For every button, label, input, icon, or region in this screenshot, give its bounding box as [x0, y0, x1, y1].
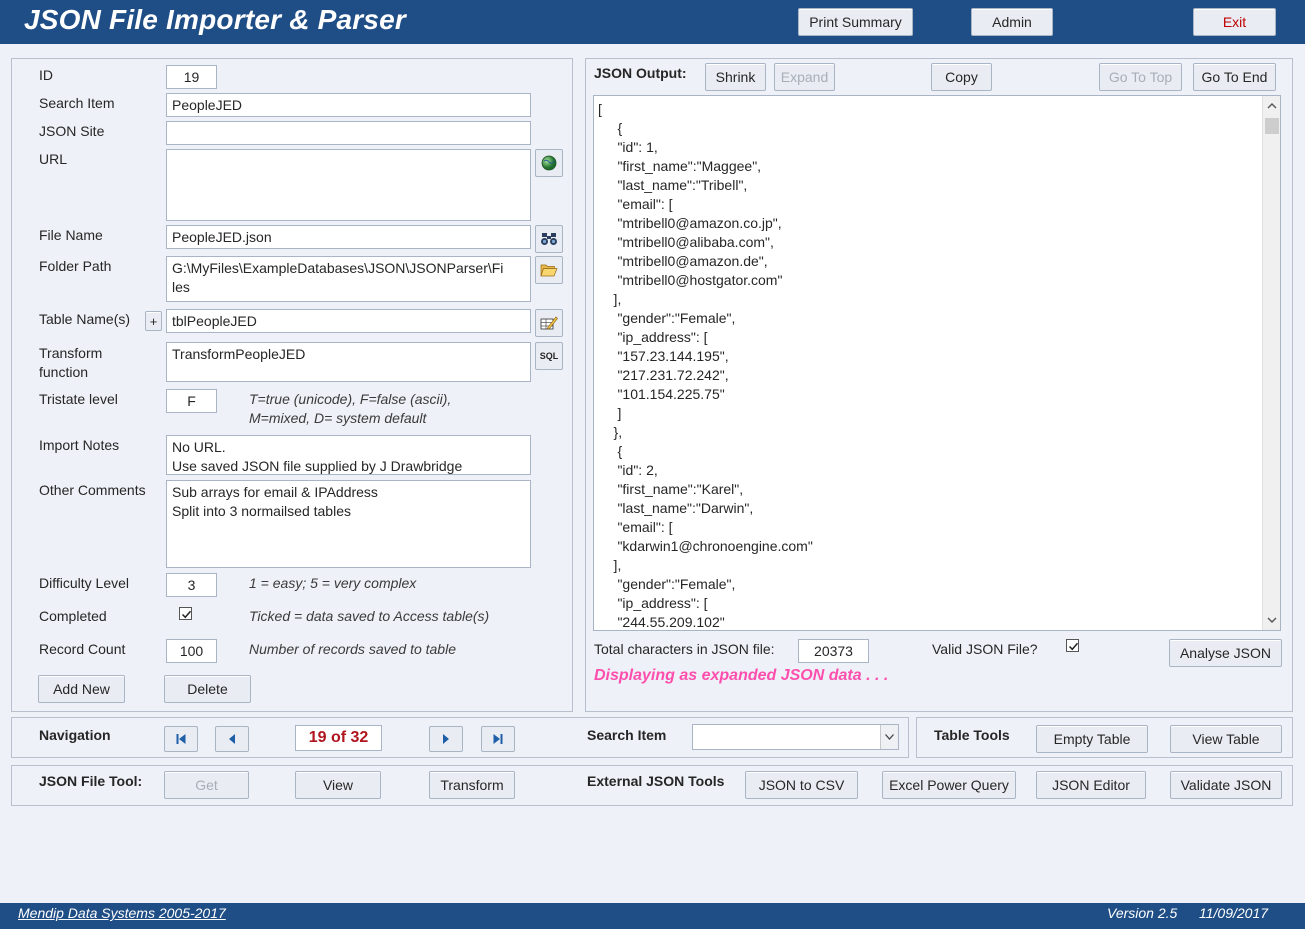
- valid-json-checkbox[interactable]: [1066, 639, 1079, 652]
- expand-button[interactable]: Expand: [774, 63, 835, 91]
- table-names-field[interactable]: tblPeopleJED: [166, 309, 531, 333]
- last-record-icon: [493, 734, 503, 744]
- other-comments-field[interactable]: Sub arrays for email & IPAddress Split i…: [166, 480, 531, 568]
- dropdown-arrow[interactable]: [880, 725, 898, 749]
- first-record-icon: [176, 734, 186, 744]
- add-table-button[interactable]: +: [145, 311, 162, 331]
- search-item-label: Search Item: [39, 95, 115, 111]
- difficulty-field[interactable]: 3: [166, 573, 217, 597]
- globe-icon: [541, 155, 557, 171]
- transform-function-field[interactable]: TransformPeopleJED: [166, 342, 531, 382]
- total-chars-label: Total characters in JSON file:: [594, 641, 775, 657]
- record-count-label: Record Count: [39, 641, 126, 657]
- scroll-down-icon[interactable]: [1267, 616, 1277, 624]
- completed-checkbox[interactable]: [179, 607, 192, 620]
- find-file-button[interactable]: [535, 225, 563, 253]
- folder-open-icon: [540, 264, 558, 277]
- record-count-field[interactable]: 100: [166, 639, 217, 663]
- id-field[interactable]: 19: [166, 65, 217, 89]
- empty-table-button[interactable]: Empty Table: [1036, 725, 1148, 753]
- json-output-label: JSON Output:: [594, 65, 687, 81]
- json-to-csv-button[interactable]: JSON to CSV: [745, 771, 858, 799]
- view-button[interactable]: View: [295, 771, 381, 799]
- difficulty-hint: 1 = easy; 5 = very complex: [249, 575, 417, 591]
- checkmark-icon: [1068, 642, 1079, 651]
- get-button[interactable]: Get: [164, 771, 249, 799]
- json-site-field[interactable]: [166, 121, 531, 145]
- record-position: 19 of 32: [295, 725, 382, 751]
- exit-button[interactable]: Exit: [1193, 8, 1276, 36]
- total-chars-field: 20373: [798, 639, 869, 663]
- print-summary-button[interactable]: Print Summary: [798, 8, 913, 36]
- delete-button[interactable]: Delete: [164, 675, 251, 703]
- admin-button[interactable]: Admin: [971, 8, 1053, 36]
- table-names-label: Table Name(s): [39, 311, 131, 327]
- json-file-tools-label: JSON File Tool:: [39, 773, 143, 789]
- checkmark-icon: [181, 610, 192, 619]
- open-url-button[interactable]: [535, 149, 563, 177]
- folder-path-field[interactable]: G:\MyFiles\ExampleDatabases\JSON\JSONPar…: [166, 256, 531, 302]
- navigation-label: Navigation: [39, 727, 111, 743]
- tristate-hint: T=true (unicode), F=false (ascii), M=mix…: [249, 391, 452, 426]
- other-comments-label: Other Comments: [39, 482, 146, 498]
- view-table-button[interactable]: View Table: [1170, 725, 1282, 753]
- search-item-field[interactable]: PeopleJED: [166, 93, 531, 117]
- excel-power-query-button[interactable]: Excel Power Query: [882, 771, 1016, 799]
- go-to-top-button[interactable]: Go To Top: [1099, 63, 1182, 91]
- id-label: ID: [39, 67, 53, 83]
- go-to-end-button[interactable]: Go To End: [1193, 63, 1276, 91]
- valid-json-label: Valid JSON File?: [932, 641, 1038, 657]
- browse-folder-button[interactable]: [535, 256, 563, 284]
- previous-icon: [229, 734, 235, 744]
- sql-icon: SQL: [539, 351, 559, 361]
- next-record-button[interactable]: [429, 726, 463, 752]
- json-output-text: [ { "id": 1, "first_name":"Maggee", "las…: [598, 101, 813, 630]
- file-name-field[interactable]: PeopleJED.json: [166, 225, 531, 249]
- copy-button[interactable]: Copy: [931, 63, 992, 91]
- add-new-button[interactable]: Add New: [38, 675, 125, 703]
- import-notes-label: Import Notes: [39, 437, 120, 453]
- scroll-up-icon[interactable]: [1267, 102, 1277, 110]
- table-tools-label: Table Tools: [934, 727, 1010, 743]
- url-field[interactable]: [166, 149, 531, 221]
- edit-table-button[interactable]: [535, 309, 563, 337]
- tristate-label: Tristate level: [39, 391, 118, 407]
- record-count-hint: Number of records saved to table: [249, 641, 456, 657]
- tristate-field[interactable]: F: [166, 389, 217, 413]
- search-item-nav-label: Search Item: [587, 727, 667, 743]
- external-json-tools-label: External JSON Tools: [587, 773, 725, 789]
- analyse-json-button[interactable]: Analyse JSON: [1169, 639, 1282, 667]
- url-label: URL: [39, 151, 68, 167]
- sql-button[interactable]: SQL: [535, 342, 563, 370]
- next-icon: [443, 734, 449, 744]
- json-output-textbox[interactable]: [ { "id": 1, "first_name":"Maggee", "las…: [593, 95, 1281, 631]
- transform-button[interactable]: Transform: [429, 771, 515, 799]
- scroll-thumb[interactable]: [1265, 118, 1279, 134]
- company-link[interactable]: Mendip Data Systems 2005-2017: [18, 905, 226, 921]
- folder-path-label: Folder Path: [39, 258, 112, 274]
- chevron-down-icon: [885, 734, 894, 740]
- completed-label: Completed: [39, 608, 107, 624]
- json-scrollbar[interactable]: [1262, 96, 1280, 630]
- table-edit-icon: [540, 316, 558, 330]
- file-name-label: File Name: [39, 227, 103, 243]
- display-status-message: Displaying as expanded JSON data . . .: [594, 667, 889, 684]
- version-date: 11/09/2017: [1199, 905, 1269, 921]
- version-text: Version 2.5: [1107, 905, 1178, 921]
- import-notes-field[interactable]: No URL. Use saved JSON file supplied by …: [166, 435, 531, 475]
- json-site-label: JSON Site: [39, 123, 105, 139]
- first-record-button[interactable]: [164, 726, 198, 752]
- transform-function-label: Transform function: [39, 345, 103, 380]
- previous-record-button[interactable]: [215, 726, 249, 752]
- completed-hint: Ticked = data saved to Access table(s): [249, 608, 490, 624]
- validate-json-button[interactable]: Validate JSON: [1170, 771, 1282, 799]
- json-editor-button[interactable]: JSON Editor: [1036, 771, 1146, 799]
- shrink-button[interactable]: Shrink: [705, 63, 766, 91]
- search-item-combobox[interactable]: [692, 724, 899, 750]
- difficulty-label: Difficulty Level: [39, 575, 130, 591]
- app-title: JSON File Importer & Parser: [24, 4, 406, 35]
- binoculars-icon: [541, 233, 557, 245]
- last-record-button[interactable]: [481, 726, 515, 752]
